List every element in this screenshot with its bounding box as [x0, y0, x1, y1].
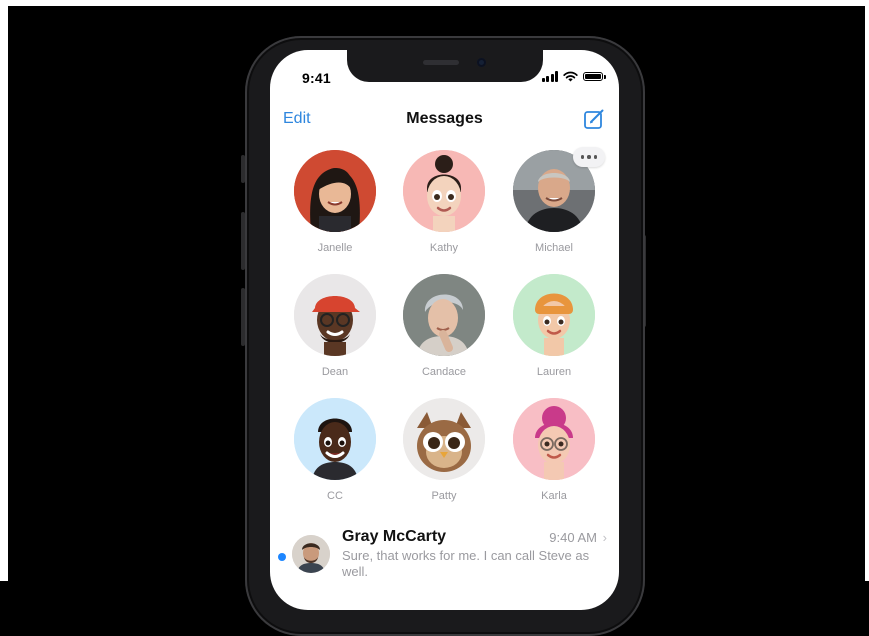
pinned-contact-lauren[interactable]: Lauren	[499, 274, 609, 378]
pinned-name: Patty	[431, 490, 457, 502]
pinned-name: CC	[327, 490, 343, 502]
speaker-grille	[423, 60, 459, 65]
avatar	[294, 398, 376, 480]
more-dot	[593, 155, 598, 159]
conversation-row[interactable]: Gray McCarty 9:40 AM › Sure, that works …	[270, 518, 619, 579]
pinned-contact-cc[interactable]: CC	[280, 398, 390, 502]
avatar	[294, 274, 376, 356]
avatar	[513, 398, 595, 480]
pinned-contact-janelle[interactable]: Janelle	[280, 150, 390, 254]
pinned-contact-patty[interactable]: Patty	[389, 398, 499, 502]
more-options-badge[interactable]	[573, 147, 605, 167]
more-dot	[587, 155, 591, 159]
pinned-name: Kathy	[429, 242, 459, 254]
phone-screen: 9:41 Edit Messages Janelle Kathy Michael…	[270, 50, 619, 610]
wifi-icon	[563, 71, 578, 82]
avatar	[292, 535, 330, 573]
pinned-name: Karla	[541, 490, 567, 502]
avatar	[513, 274, 595, 356]
signal-icon	[541, 71, 558, 82]
status-time: 9:41	[302, 70, 331, 86]
unread-indicator	[278, 553, 286, 561]
conversation-time: 9:40 AM	[549, 530, 597, 545]
edit-button[interactable]: Edit	[283, 110, 311, 128]
pinned-contact-karla[interactable]: Karla	[499, 398, 609, 502]
more-dot	[580, 155, 585, 159]
battery-icon	[583, 72, 606, 81]
pinned-contact-michael[interactable]: Michael	[499, 147, 609, 254]
avatar	[403, 398, 485, 480]
front-camera	[477, 58, 486, 67]
conversation-preview: Sure, that works for me. I can call Stev…	[342, 548, 590, 579]
avatar	[294, 150, 376, 232]
pinned-name: Michael	[535, 242, 573, 254]
pinned-name: Lauren	[536, 366, 572, 378]
pinned-contact-candace[interactable]: Candace	[389, 274, 499, 378]
pinned-name: Janelle	[317, 242, 353, 254]
pinned-name: Dean	[321, 366, 349, 378]
chevron-right-icon: ›	[602, 530, 607, 545]
conversation-name: Gray McCarty	[342, 528, 447, 545]
compose-icon[interactable]	[583, 108, 605, 130]
pinned-contact-kathy[interactable]: Kathy	[389, 150, 499, 254]
avatar	[403, 274, 485, 356]
status-icons	[541, 71, 606, 82]
notch	[347, 50, 543, 82]
avatar	[403, 150, 485, 232]
pinned-name: Candace	[421, 366, 467, 378]
pinned-contact-dean[interactable]: Dean	[280, 274, 390, 378]
page-title: Messages	[406, 110, 483, 127]
